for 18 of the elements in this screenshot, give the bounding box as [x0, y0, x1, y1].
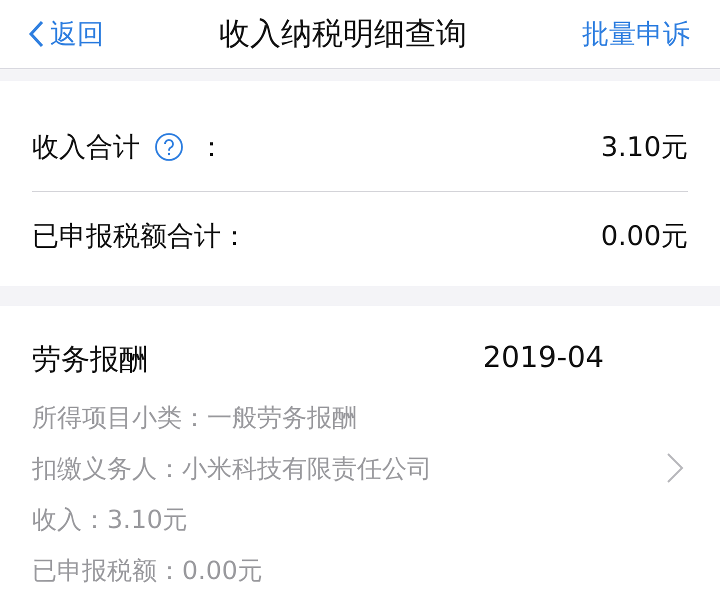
- back-chevron-icon: [28, 20, 44, 48]
- record-detail: 已申报税额：0.00元: [32, 555, 264, 587]
- colon-text: ：: [198, 131, 225, 165]
- record-period: 2019-04: [482, 340, 604, 376]
- record-detail: 所得项目小类：一般劳务报酬: [32, 402, 358, 434]
- help-icon[interactable]: [154, 132, 184, 162]
- summary-label: 收入合计: [32, 131, 140, 165]
- income-record-card[interactable]: 劳务报酬 2019-04 所得项目小类：一般劳务报酬 扣缴义务人：小米科技有限责任公司 收入：3.10元 已申报税额：0.00元: [0, 306, 720, 616]
- record-title: 劳务报酬: [32, 341, 148, 378]
- summary-value: 3.10元: [600, 131, 688, 165]
- page-title: 收入纳税明细查询: [219, 15, 467, 54]
- back-button[interactable]: 返回: [28, 16, 104, 52]
- summary-value: 0.00元: [600, 220, 688, 254]
- record-detail: 扣缴义务人：小米科技有限责任公司: [32, 453, 433, 485]
- batch-appeal-button[interactable]: 批量申诉: [582, 16, 690, 52]
- chevron-right-icon: [666, 452, 684, 484]
- summary-label: 已申报税额合计：: [32, 220, 248, 254]
- record-detail: 收入：3.10元: [32, 504, 189, 536]
